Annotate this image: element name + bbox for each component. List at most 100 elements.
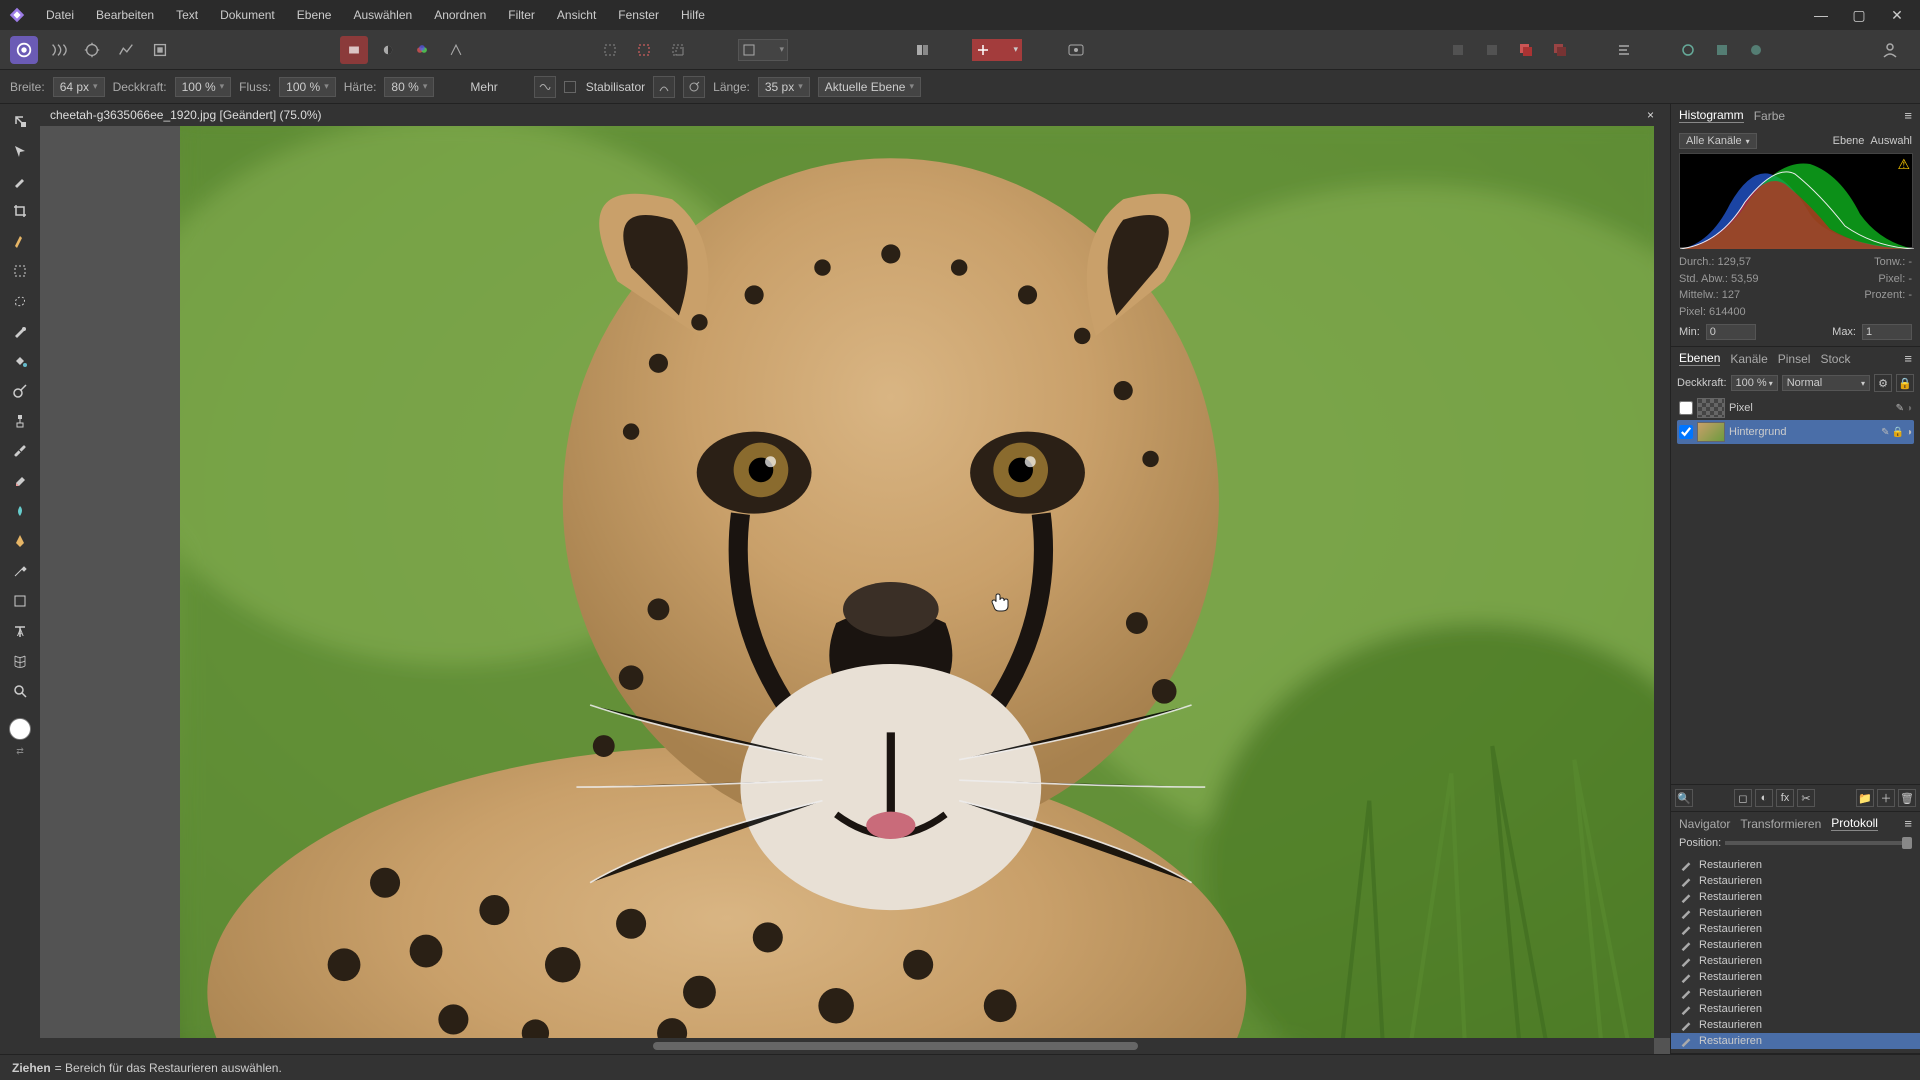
- edit-icon[interactable]: ✎: [1881, 427, 1889, 438]
- history-item[interactable]: Restaurieren: [1671, 889, 1920, 905]
- visibility-toggle[interactable]: [1679, 425, 1693, 439]
- snap-dropdown[interactable]: ▾: [972, 39, 1022, 61]
- fx-icon[interactable]: fx: [1776, 789, 1794, 807]
- menu-anordnen[interactable]: Anordnen: [424, 4, 496, 26]
- more-button[interactable]: Mehr: [470, 80, 497, 94]
- healing-brush-icon[interactable]: [7, 438, 33, 464]
- crop-layer-icon[interactable]: ✂: [1797, 789, 1815, 807]
- paint-brush-icon[interactable]: [7, 318, 33, 344]
- flood-select-icon[interactable]: [7, 228, 33, 254]
- cloud-icon[interactable]: [1742, 36, 1770, 64]
- menu-ebene[interactable]: Ebene: [287, 4, 342, 26]
- view-tool-icon[interactable]: [7, 108, 33, 134]
- menu-bearbeiten[interactable]: Bearbeiten: [86, 4, 164, 26]
- current-layer-dropdown[interactable]: Aktuelle Ebene▾: [818, 77, 921, 97]
- color-tab[interactable]: Farbe: [1754, 109, 1785, 123]
- save-sync-icon[interactable]: [1708, 36, 1736, 64]
- text-tool-icon[interactable]: A: [7, 618, 33, 644]
- adjustment-icon[interactable]: ◐: [1755, 789, 1773, 807]
- close-button[interactable]: ✕: [1882, 5, 1912, 25]
- history-tab[interactable]: Protokoll: [1831, 816, 1878, 831]
- auto-levels-icon[interactable]: [340, 36, 368, 64]
- opacity-dropdown[interactable]: 100 %▾: [175, 77, 232, 97]
- menu-ansicht[interactable]: Ansicht: [547, 4, 606, 26]
- conflict-red-icon[interactable]: [1512, 36, 1540, 64]
- max-input[interactable]: [1862, 324, 1912, 340]
- menu-dokument[interactable]: Dokument: [210, 4, 285, 26]
- delete-layer-icon[interactable]: 🗑: [1898, 789, 1916, 807]
- hardness-dropdown[interactable]: 80 %▾: [384, 77, 434, 97]
- history-item[interactable]: Restaurieren: [1671, 985, 1920, 1001]
- blend-mode-dropdown[interactable]: Normal▾: [1782, 375, 1870, 391]
- document-tab[interactable]: cheetah-g3635066ee_1920.jpg [Geändert] (…: [40, 104, 1670, 126]
- history-item[interactable]: Restaurieren: [1671, 905, 1920, 921]
- assistant-off-icon[interactable]: [1444, 36, 1472, 64]
- menu-auswählen[interactable]: Auswählen: [343, 4, 422, 26]
- shape-tool-icon[interactable]: [7, 588, 33, 614]
- auto-whitebalance-icon[interactable]: [442, 36, 470, 64]
- menu-hilfe[interactable]: Hilfe: [671, 4, 715, 26]
- layer-fx-icon[interactable]: ⚙: [1874, 374, 1892, 392]
- align-icon[interactable]: [1610, 36, 1638, 64]
- layer-row-pixel[interactable]: Pixel ✎◑: [1677, 396, 1914, 420]
- visibility-toggle[interactable]: [1679, 401, 1693, 415]
- length-dropdown[interactable]: 35 px▾: [758, 77, 810, 97]
- search-layers-icon[interactable]: 🔍: [1675, 789, 1693, 807]
- move-tool-icon[interactable]: [7, 138, 33, 164]
- menu-fenster[interactable]: Fenster: [608, 4, 669, 26]
- group-icon[interactable]: 📁: [1856, 789, 1874, 807]
- history-item[interactable]: Restaurieren: [1671, 857, 1920, 873]
- canvas-viewport[interactable]: [40, 126, 1670, 1054]
- smudge-tool-icon[interactable]: [7, 498, 33, 524]
- selection-scope[interactable]: Auswahl: [1870, 135, 1912, 147]
- selection-subtract-icon[interactable]: [664, 36, 692, 64]
- quickmask-icon[interactable]: [1062, 36, 1090, 64]
- layer-scope[interactable]: Ebene: [1833, 135, 1865, 147]
- close-tab-icon[interactable]: ×: [1641, 108, 1660, 122]
- vertical-scrollbar[interactable]: [1654, 126, 1670, 1038]
- color-swatch[interactable]: [9, 718, 31, 740]
- lock-icon[interactable]: 🔒: [1892, 427, 1904, 438]
- crop-dropdown[interactable]: ▾: [738, 39, 788, 61]
- history-item[interactable]: Restaurieren: [1671, 969, 1920, 985]
- auto-colors-icon[interactable]: [408, 36, 436, 64]
- eyedropper-icon[interactable]: [7, 558, 33, 584]
- stabilizer-checkbox[interactable]: [564, 81, 576, 93]
- wet-edges-icon[interactable]: [534, 76, 556, 98]
- selection-add-icon[interactable]: [630, 36, 658, 64]
- liquify-persona-icon[interactable]: [44, 36, 72, 64]
- swap-colors-icon[interactable]: ⇄: [16, 746, 24, 757]
- history-item[interactable]: Restaurieren: [1671, 921, 1920, 937]
- history-item[interactable]: Restaurieren: [1671, 873, 1920, 889]
- history-item[interactable]: Restaurieren: [1671, 1017, 1920, 1033]
- dodge-tool-icon[interactable]: [7, 378, 33, 404]
- min-input[interactable]: [1706, 324, 1756, 340]
- mask-icon[interactable]: ◻: [1734, 789, 1752, 807]
- panel-menu-icon[interactable]: ≡: [1904, 108, 1912, 123]
- erase-tool-icon[interactable]: [7, 468, 33, 494]
- tone-mapping-persona-icon[interactable]: [112, 36, 140, 64]
- history-item[interactable]: Restaurieren: [1671, 953, 1920, 969]
- channels-tab[interactable]: Kanäle: [1730, 352, 1767, 366]
- layer-opacity-dropdown[interactable]: 100 %▾: [1731, 375, 1778, 391]
- mesh-warp-icon[interactable]: [7, 648, 33, 674]
- layers-tab[interactable]: Ebenen: [1679, 351, 1720, 366]
- history-item[interactable]: Restaurieren: [1671, 1001, 1920, 1017]
- panel-menu-icon[interactable]: ≡: [1904, 351, 1912, 366]
- assistant-warn-icon[interactable]: [1478, 36, 1506, 64]
- stock-tab[interactable]: Stock: [1820, 352, 1850, 366]
- arrange-icon[interactable]: [908, 36, 936, 64]
- crop-tool-icon[interactable]: [7, 198, 33, 224]
- layer-lock-icon[interactable]: 🔒: [1896, 374, 1914, 392]
- freehand-select-icon[interactable]: [7, 288, 33, 314]
- menu-datei[interactable]: Datei: [36, 4, 84, 26]
- width-dropdown[interactable]: 64 px▾: [53, 77, 105, 97]
- history-item[interactable]: Restaurieren: [1671, 937, 1920, 953]
- sync-icon[interactable]: [1674, 36, 1702, 64]
- transform-tab[interactable]: Transformieren: [1740, 817, 1821, 831]
- fill-tool-icon[interactable]: [7, 348, 33, 374]
- add-layer-icon[interactable]: ＋: [1877, 789, 1895, 807]
- pen-tool-icon[interactable]: [7, 528, 33, 554]
- panel-menu-icon[interactable]: ≡: [1904, 816, 1912, 831]
- edit-icon[interactable]: ✎: [1896, 403, 1904, 414]
